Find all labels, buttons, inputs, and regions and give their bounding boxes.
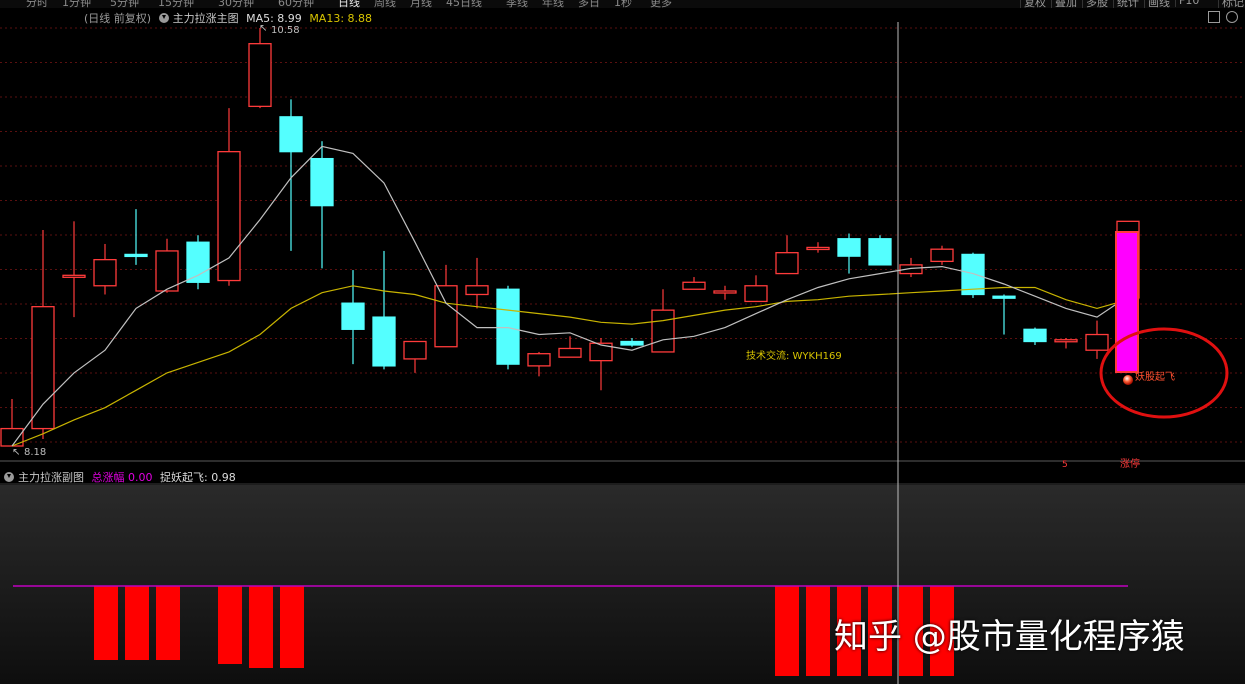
candle-up bbox=[1085, 333, 1109, 351]
high-price-label: 10.58 bbox=[271, 25, 300, 36]
ma5-line bbox=[11, 145, 1129, 447]
candle-up bbox=[248, 43, 272, 108]
sub-bar bbox=[775, 586, 799, 676]
sub-bar bbox=[806, 586, 830, 676]
candle-down bbox=[868, 238, 892, 266]
sub-bar bbox=[218, 586, 242, 664]
candle-up bbox=[558, 347, 582, 358]
candle-up bbox=[1054, 339, 1078, 343]
candle-up bbox=[155, 250, 179, 292]
watermark: 知乎 @股市量化程序猿 bbox=[834, 617, 1185, 657]
bottom-marker-limit-up: 涨停 bbox=[1120, 457, 1140, 470]
candle-up bbox=[527, 353, 551, 367]
high-price-arrow: ↖ bbox=[259, 23, 267, 34]
contact-text: 技术交流: WYKH169 bbox=[746, 349, 842, 362]
candle-up bbox=[403, 340, 427, 360]
candle-up bbox=[62, 274, 86, 278]
candle-up bbox=[713, 290, 737, 294]
signal-bar bbox=[1115, 231, 1139, 373]
ma13-line bbox=[11, 285, 1129, 447]
candle-down bbox=[186, 241, 210, 283]
candle-down bbox=[341, 302, 365, 330]
candlestick-series bbox=[0, 28, 1140, 447]
sub-bar bbox=[249, 586, 273, 668]
chart-area[interactable]: 妖股起飞 10.58 ↖ ↖ 8.18 技术交流: WYKH169 5 涨停 bbox=[0, 0, 1245, 684]
sub-bar bbox=[156, 586, 180, 660]
candle-down bbox=[496, 288, 520, 365]
candle-up bbox=[465, 285, 489, 296]
candle-up bbox=[651, 309, 675, 353]
candle-up bbox=[31, 306, 55, 430]
candle-up bbox=[806, 246, 830, 251]
candle-up bbox=[744, 285, 768, 303]
candle-up bbox=[682, 281, 706, 290]
candle-up bbox=[217, 151, 241, 282]
candle-up bbox=[930, 248, 954, 263]
low-price-arrow: ↖ bbox=[12, 447, 20, 458]
candle-down bbox=[1023, 328, 1047, 343]
candle-down bbox=[837, 238, 861, 257]
bottom-marker-5: 5 bbox=[1062, 460, 1068, 470]
candle-up bbox=[775, 252, 799, 275]
sub-bar bbox=[94, 586, 118, 660]
candle-down bbox=[310, 157, 334, 207]
signal-text: 妖股起飞 bbox=[1135, 370, 1175, 383]
candle-down bbox=[620, 340, 644, 346]
candle-down bbox=[279, 116, 303, 153]
signal-ball-icon bbox=[1123, 375, 1133, 385]
price-gridlines bbox=[0, 27, 1245, 443]
candle-down bbox=[372, 316, 396, 367]
sub-bar bbox=[125, 586, 149, 660]
candle-down bbox=[124, 253, 148, 258]
candle-down bbox=[992, 295, 1016, 299]
sub-bar bbox=[280, 586, 304, 668]
candle-up bbox=[93, 258, 117, 287]
low-price-label: 8.18 bbox=[24, 447, 46, 458]
candle-up bbox=[434, 285, 458, 348]
